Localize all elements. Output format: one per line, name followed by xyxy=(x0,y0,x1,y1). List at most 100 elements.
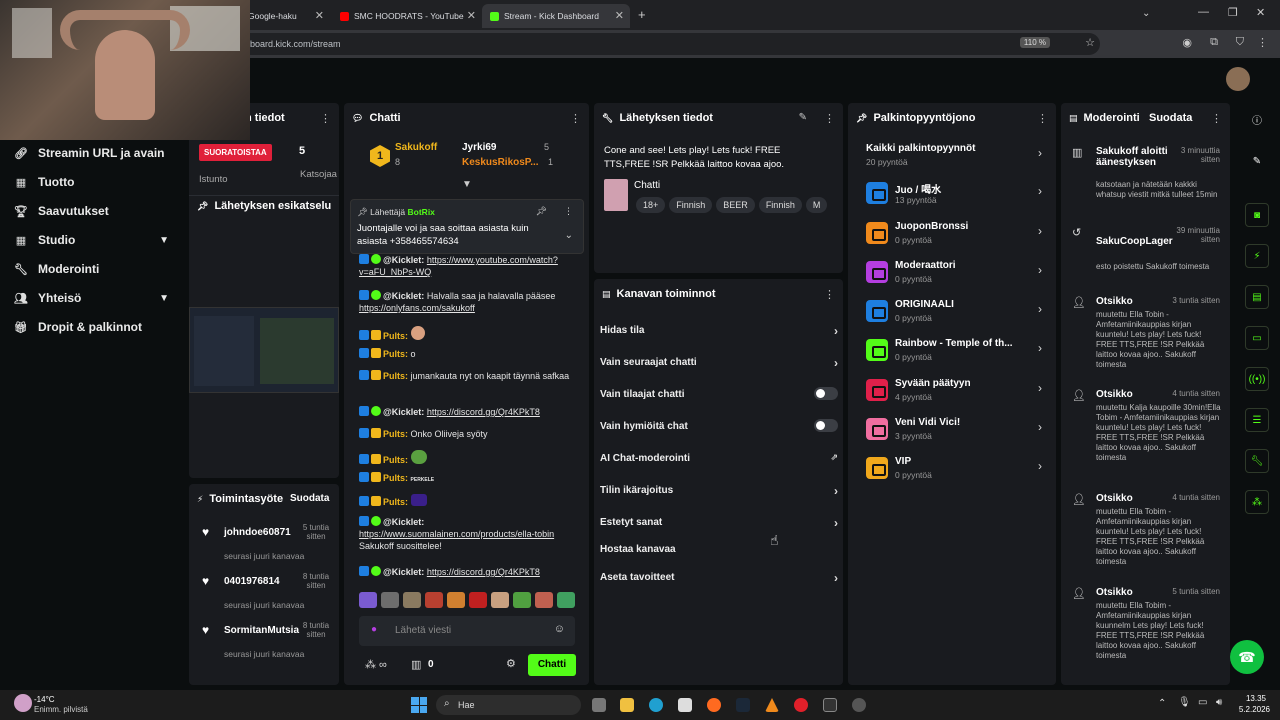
sidebar-item-moderation[interactable]: 🔧︎ Moderointi xyxy=(14,262,179,276)
profile-icon[interactable]: ◉ xyxy=(1182,36,1192,49)
headset-icon[interactable]: ☎ xyxy=(1230,640,1264,674)
chat-username[interactable]: @Kicklet: xyxy=(383,407,424,417)
network-icon[interactable]: ▭ xyxy=(1198,697,1207,708)
category-thumbnail[interactable] xyxy=(604,179,628,211)
sidebar-item-stream-url[interactable]: 🔗︎ Streamin URL ja avain xyxy=(14,146,179,160)
points-icon[interactable]: ▥ xyxy=(411,658,421,671)
emote-icon[interactable] xyxy=(381,592,399,608)
emote-icon[interactable] xyxy=(469,592,487,608)
chat-username[interactable]: Pults: xyxy=(383,331,408,341)
tag[interactable]: BEER xyxy=(716,197,755,213)
close-icon[interactable]: ✕ xyxy=(467,9,476,22)
stream-preview[interactable] xyxy=(189,307,339,393)
filter-button[interactable]: Suodata xyxy=(290,493,329,504)
chat-username[interactable]: @Kicklet: xyxy=(383,291,424,301)
gear-icon[interactable]: ⚙ xyxy=(506,657,516,670)
follower-name[interactable]: SormitanMutsia xyxy=(224,625,299,636)
broadcast-icon[interactable]: ((•)) xyxy=(1245,367,1269,391)
clock-time[interactable]: 13.35 xyxy=(1236,694,1266,703)
action-ai-moderation[interactable]: AI Chat-moderointi ⇗ xyxy=(600,452,840,464)
emote-icon[interactable] xyxy=(425,592,443,608)
emote-icon[interactable] xyxy=(535,592,553,608)
chevron-up-icon[interactable]: ⌃ xyxy=(1158,698,1166,709)
chat-link[interactable]: https://onlyfans.com/sakukoff xyxy=(359,303,475,313)
emote-icon[interactable] xyxy=(403,592,421,608)
microphone-icon[interactable]: ● xyxy=(371,624,377,635)
file-explorer-icon[interactable] xyxy=(620,698,634,712)
sidebar-item-community[interactable]: 👥︎ Yhteisö ▼ xyxy=(14,291,179,305)
windows-start-icon[interactable] xyxy=(411,697,427,713)
chat-icon[interactable]: ▭ xyxy=(1245,326,1269,350)
action-slow-mode[interactable]: Hidas tila › xyxy=(600,324,840,338)
chat-link[interactable]: https://www.suomalainen.com/products/ell… xyxy=(359,529,554,539)
chat-username[interactable]: @Kicklet: xyxy=(383,255,424,265)
send-chat-button[interactable]: Chatti xyxy=(528,654,576,676)
steam-icon[interactable] xyxy=(736,698,750,712)
chat-username[interactable]: Pults: xyxy=(383,429,408,439)
emote-icon[interactable] xyxy=(359,592,377,608)
chat-username[interactable]: Pults: xyxy=(383,349,408,359)
chat-username[interactable]: Pults: xyxy=(383,455,408,465)
vlc-icon[interactable] xyxy=(765,698,779,712)
kebab-menu-icon[interactable]: ⋮ xyxy=(320,112,331,125)
kebab-menu-icon[interactable]: ⋮ xyxy=(570,112,581,125)
obs-icon[interactable] xyxy=(852,698,866,712)
chat-username[interactable]: Pults: xyxy=(383,473,408,483)
reward-item[interactable]: Juo / 喝水 13 pyyntöä › xyxy=(866,180,1042,210)
task-view-icon[interactable] xyxy=(592,698,606,712)
kebab-menu-icon[interactable]: ⋮ xyxy=(1211,112,1222,125)
avatar[interactable] xyxy=(1226,67,1250,91)
reward-item[interactable]: ORIGINAALI 0 pyyntöä › xyxy=(866,298,1042,328)
close-icon[interactable]: ✕ xyxy=(315,9,324,22)
action-age-restriction[interactable]: Tilin ikärajoitus › xyxy=(600,484,840,498)
chevron-down-icon[interactable]: ⌄ xyxy=(565,230,573,241)
sidebar-item-achievements[interactable]: 🏆︎ Saavutukset xyxy=(14,204,179,218)
shield-icon[interactable]: ⛉ xyxy=(1236,36,1244,49)
weather-icon[interactable] xyxy=(14,694,32,712)
reward-item[interactable]: Moderaattori 0 pyyntöä › xyxy=(866,259,1042,289)
tag[interactable]: 18+ xyxy=(636,197,666,213)
reward-item[interactable]: VIP 0 pyyntöä › xyxy=(866,455,1042,485)
new-tab-button[interactable]: + xyxy=(638,7,646,22)
store-icon[interactable] xyxy=(678,698,692,712)
chat-username[interactable]: Pults: xyxy=(383,497,408,507)
tab-google[interactable]: Google-haku ✕ xyxy=(240,4,330,28)
subscribers-only-toggle[interactable] xyxy=(814,387,838,400)
emote-icon[interactable] xyxy=(447,592,465,608)
opera-icon[interactable] xyxy=(794,698,808,712)
reward-item[interactable]: Rainbow - Temple of th... 0 pyyntöä › xyxy=(866,337,1042,367)
community-icon[interactable]: ⁂ xyxy=(1245,490,1269,514)
action-set-goals[interactable]: Aseta tavoitteet › xyxy=(600,571,840,585)
chat-input[interactable]: ● Lähetä viesti ☺ xyxy=(359,616,575,646)
edit-icon[interactable]: ✎ xyxy=(799,112,807,123)
reward-item[interactable]: JuoponBronssi 0 pyyntöä › xyxy=(866,220,1042,250)
chat-link[interactable]: https://discord.gg/Qr4KPkT8 xyxy=(427,567,540,577)
follower-name[interactable]: johndoe60871 xyxy=(224,527,291,538)
sidebar-item-revenue[interactable]: ▦ Tuotto xyxy=(14,175,179,189)
emote-icon[interactable] xyxy=(513,592,531,608)
volume-icon[interactable]: 🔊︎ xyxy=(1216,697,1222,708)
firefox-icon[interactable] xyxy=(707,698,721,712)
reward-item[interactable]: Veni Vidi Vici! 3 pyyntöä › xyxy=(866,416,1042,446)
close-icon[interactable]: ✕ xyxy=(615,9,624,22)
reward-all[interactable]: Kaikki palkintopyynnöt 20 pyyntöä › xyxy=(866,142,1042,172)
chat-username[interactable]: @Kicklet: xyxy=(383,567,424,577)
top-chatter-name[interactable]: Jyrki69 xyxy=(462,142,496,153)
unpin-icon[interactable]: 📌︎ xyxy=(536,206,547,217)
sidebar-item-studio[interactable]: ▦ Studio ▼ xyxy=(14,233,179,247)
bolt-icon[interactable]: ⚡︎ xyxy=(1245,244,1269,268)
menu-icon[interactable]: ⋮ xyxy=(1257,36,1268,49)
follower-name[interactable]: 0401976814 xyxy=(224,576,280,587)
tag[interactable]: M xyxy=(805,197,828,213)
action-blocked-words[interactable]: Estetyt sanat › xyxy=(600,516,840,530)
edit-icon[interactable]: ✎ xyxy=(1245,150,1269,174)
chat-username[interactable]: @Kicklet: xyxy=(383,517,424,527)
chat-username[interactable]: Pults: xyxy=(383,371,408,381)
star-icon[interactable]: ☆ xyxy=(1085,36,1095,49)
maximize-button[interactable]: ❐ xyxy=(1228,6,1238,19)
sidebar-item-drops[interactable]: 🎁︎ Dropit & palkinnot xyxy=(14,320,179,334)
kebab-menu-icon[interactable]: ⋮ xyxy=(824,112,835,125)
top-chatter-name[interactable]: Sakukoff xyxy=(395,142,437,153)
emote-icon[interactable] xyxy=(491,592,509,608)
top-chatter-name[interactable]: KeskusRikosP... xyxy=(462,157,539,168)
